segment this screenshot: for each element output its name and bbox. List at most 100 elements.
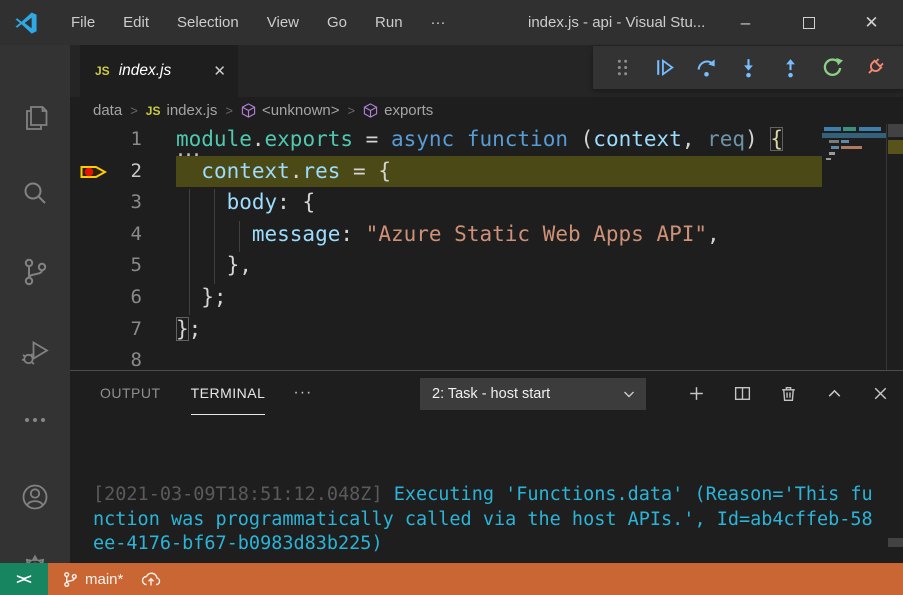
gutter[interactable] xyxy=(70,282,108,314)
current-line-marker xyxy=(888,140,903,154)
gutter[interactable] xyxy=(70,314,108,346)
token: = xyxy=(353,127,391,151)
breadcrumb-exports[interactable]: exports xyxy=(363,102,433,119)
publish-changes-icon[interactable] xyxy=(141,571,161,588)
minimap-code xyxy=(829,152,835,155)
account-icon[interactable] xyxy=(19,481,51,513)
run-and-debug-icon[interactable] xyxy=(19,336,51,368)
tab-output[interactable]: OUTPUT xyxy=(100,371,161,415)
menu-selection[interactable]: Selection xyxy=(163,0,253,45)
token: { xyxy=(770,127,783,151)
token: = { xyxy=(340,159,391,183)
scrollbar-slider[interactable] xyxy=(888,124,903,137)
menu-more[interactable]: ··· xyxy=(417,0,460,45)
explorer-icon[interactable] xyxy=(19,102,51,134)
activity-bar xyxy=(0,45,70,563)
gutter[interactable] xyxy=(70,124,108,156)
debug-drag-handle[interactable] xyxy=(609,55,635,81)
debug-continue-icon[interactable] xyxy=(651,55,677,81)
code-editor[interactable]: 1module.exports = async function (contex… xyxy=(70,124,822,370)
token: ) xyxy=(745,127,770,151)
token: function xyxy=(467,127,568,151)
close-panel-icon[interactable] xyxy=(864,377,897,410)
gutter[interactable] xyxy=(70,187,108,219)
breadcrumb-indexjs[interactable]: JS index.js xyxy=(146,102,218,119)
token: context xyxy=(201,159,290,183)
search-icon[interactable] xyxy=(19,178,51,210)
token: context xyxy=(593,127,682,151)
debug-disconnect-icon[interactable] xyxy=(861,55,887,81)
new-terminal-icon[interactable] xyxy=(680,377,713,410)
terminal-text: ee-4176-bf67-b0983d83b225) xyxy=(93,533,383,554)
minimap[interactable] xyxy=(822,124,886,370)
code-text: }; xyxy=(176,282,227,314)
debug-step-out-icon[interactable] xyxy=(777,55,803,81)
token: , xyxy=(707,222,720,246)
terminal-output[interactable]: [2021-03-09T18:51:12.048Z] Executing 'Fu… xyxy=(70,424,903,549)
gutter[interactable] xyxy=(70,250,108,282)
terminal-line: nction was programmatically called via t… xyxy=(93,508,903,533)
line-number: 4 xyxy=(108,219,142,251)
token: }, xyxy=(176,253,252,277)
close-window-button[interactable]: ✕ xyxy=(840,0,903,45)
terminal-picker-dropdown[interactable]: 2: Task - host start xyxy=(420,378,646,410)
minimap-code xyxy=(841,146,862,149)
code-line-4[interactable]: 4 message: "Azure Static Web Apps API", xyxy=(70,219,822,251)
minimize-button[interactable]: – xyxy=(714,0,777,45)
breakpoint-current-line-icon[interactable] xyxy=(70,156,108,188)
split-terminal-icon[interactable] xyxy=(726,377,759,410)
more-views-icon[interactable] xyxy=(19,404,51,436)
tab-terminal[interactable]: TERMINAL xyxy=(191,371,266,415)
remote-indicator[interactable]: >< xyxy=(0,563,48,595)
chevron-down-icon xyxy=(622,387,636,401)
token: body xyxy=(227,190,278,214)
menu-go[interactable]: Go xyxy=(313,0,361,45)
breadcrumb-unknown[interactable]: <unknown> xyxy=(241,102,340,119)
code-line-8[interactable]: 8 xyxy=(70,345,822,370)
minimap-current-line xyxy=(822,133,886,138)
maximize-button[interactable] xyxy=(777,0,840,45)
token: , xyxy=(682,127,707,151)
code-text: }, xyxy=(176,250,252,282)
menu-file[interactable]: File xyxy=(57,0,109,45)
menu-view[interactable]: View xyxy=(253,0,313,45)
js-file-icon: JS xyxy=(95,64,110,78)
debug-restart-icon[interactable] xyxy=(819,55,845,81)
code-line-6[interactable]: 6 }; xyxy=(70,282,822,314)
minimap-code xyxy=(859,127,881,131)
tab-indexjs[interactable]: JS index.js ✕ xyxy=(80,45,238,97)
window-title: index.js - api - Visual Stu... xyxy=(528,0,705,45)
token xyxy=(454,127,467,151)
overview-ruler[interactable] xyxy=(886,124,903,370)
source-control-icon[interactable] xyxy=(19,256,51,288)
debug-step-over-icon[interactable] xyxy=(693,55,719,81)
terminal-picker-value: 2: Task - host start xyxy=(420,386,550,402)
terminal-text: nction was programmatically called via t… xyxy=(93,509,873,530)
breadcrumb-data[interactable]: data xyxy=(93,102,122,119)
tab-close-icon[interactable]: ✕ xyxy=(213,62,226,80)
code-line-5[interactable]: 5 }, xyxy=(70,250,822,282)
panel-header: OUTPUT TERMINAL ··· 2: Task - host start xyxy=(70,371,903,415)
menu-run[interactable]: Run xyxy=(361,0,417,45)
code-line-3[interactable]: 3 body: { xyxy=(70,187,822,219)
minimap-code xyxy=(841,140,849,143)
git-branch-item[interactable]: main* xyxy=(62,571,123,588)
kill-terminal-trash-icon[interactable] xyxy=(772,377,805,410)
terminal-text: Executing 'Functions.data' (Reason='This… xyxy=(394,484,873,505)
token: }; xyxy=(176,285,227,309)
code-text: context.res = { xyxy=(176,156,391,188)
gutter[interactable] xyxy=(70,219,108,251)
branch-icon xyxy=(62,571,79,588)
menu-edit[interactable]: Edit xyxy=(109,0,163,45)
vscode-logo-icon xyxy=(13,10,39,36)
maximize-panel-chevron-up-icon[interactable] xyxy=(818,377,851,410)
token xyxy=(176,222,252,246)
panel-more-tabs-icon[interactable]: ··· xyxy=(293,384,312,402)
gutter[interactable] xyxy=(70,345,108,370)
token: exports xyxy=(265,127,354,151)
line-number: 5 xyxy=(108,250,142,282)
debug-step-into-icon[interactable] xyxy=(735,55,761,81)
token: : { xyxy=(277,190,315,214)
code-line-7[interactable]: 7}; xyxy=(70,314,822,346)
breadcrumb-separator: > xyxy=(130,103,138,118)
